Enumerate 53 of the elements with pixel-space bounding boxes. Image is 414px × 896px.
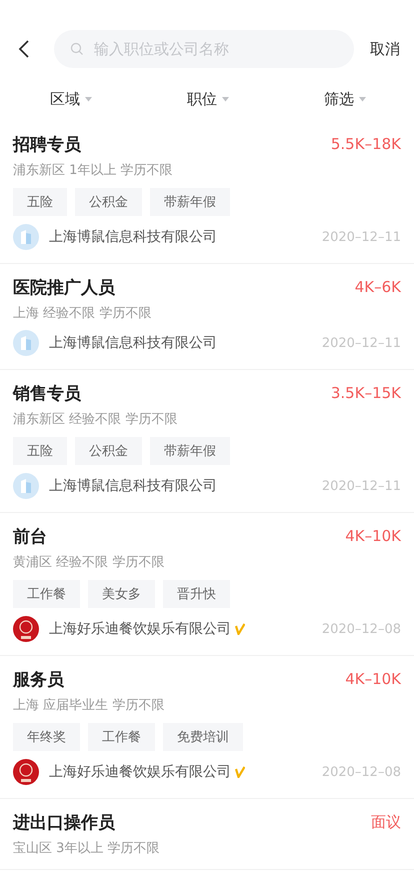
benefit-tag: 工作餐: [13, 580, 80, 608]
job-title: 前台: [13, 526, 47, 548]
job-details: 黄浦区 经验不限 学历不限: [13, 554, 166, 571]
company-logo-icon: [13, 759, 39, 785]
job-title: 进出口操作员: [13, 812, 115, 834]
company-name: 上海好乐迪餐饮娱乐有限公司: [49, 763, 231, 781]
job-title: 服务员: [13, 668, 64, 690]
caret-icon: [222, 96, 229, 102]
caret-icon: [85, 96, 92, 102]
company-logo-icon: [13, 330, 39, 356]
job-title: 销售专员: [13, 382, 81, 404]
benefit-tag: 免费培训: [163, 723, 243, 751]
filter-dropdown[interactable]: 职位: [187, 90, 229, 108]
job-details: 浦东新区 1年以上 学历不限: [13, 162, 174, 179]
job-details: 上海 应届毕业生 学历不限: [13, 697, 166, 714]
benefit-tag: 五险: [13, 437, 67, 465]
job-details: 浦东新区 经验不限 学历不限: [13, 411, 178, 428]
back-icon: [18, 39, 30, 59]
caret-icon: [359, 96, 366, 102]
post-date: 2020–12–11: [322, 478, 401, 494]
company-name: 上海博鼠信息科技有限公司: [49, 334, 217, 352]
post-date: 2020–12–08: [322, 764, 401, 780]
benefit-tag: 带薪年假: [150, 437, 230, 465]
benefit-tag: 工作餐: [88, 723, 155, 751]
company-name: 上海好乐迪餐饮娱乐有限公司: [49, 620, 231, 638]
benefit-tag: 年终奖: [13, 723, 80, 751]
post-date: 2020–12–08: [322, 622, 401, 636]
salary: 4K–10K: [345, 670, 401, 688]
job-details: 上海 经验不限 学历不限: [13, 305, 152, 322]
company-logo-icon: [13, 616, 39, 642]
company-logo-icon: [13, 473, 39, 499]
benefit-tag: 晋升快: [163, 580, 230, 608]
salary: 4K–10K: [345, 527, 401, 545]
cancel-button[interactable]: 取消: [370, 40, 400, 58]
benefit-tag: 五险: [13, 188, 67, 216]
company-name: 上海博鼠信息科技有限公司: [49, 228, 217, 246]
company-logo-icon: [13, 224, 39, 250]
salary: 面议: [371, 812, 401, 832]
company-name: 上海博鼠信息科技有限公司: [49, 477, 217, 495]
post-date: 2020–12–11: [322, 230, 401, 244]
salary: 3.5K–15K: [330, 384, 401, 402]
benefit-tag: 公积金: [75, 188, 142, 216]
filter-dropdown[interactable]: 筛选: [324, 90, 366, 108]
post-date: 2020–12–11: [322, 336, 401, 350]
job-title: 医院推广人员: [13, 276, 115, 298]
salary: 4K–6K: [354, 278, 401, 296]
benefit-tag: 带薪年假: [150, 188, 230, 216]
salary: 5.5K–18K: [330, 135, 401, 153]
job-details: 宝山区 3年以上 学历不限: [13, 840, 161, 857]
benefit-tag: 公积金: [75, 437, 142, 465]
job-title: 招聘专员: [13, 134, 81, 156]
filter-dropdown[interactable]: 区域: [50, 90, 92, 108]
benefit-tag: 美女多: [88, 580, 155, 608]
